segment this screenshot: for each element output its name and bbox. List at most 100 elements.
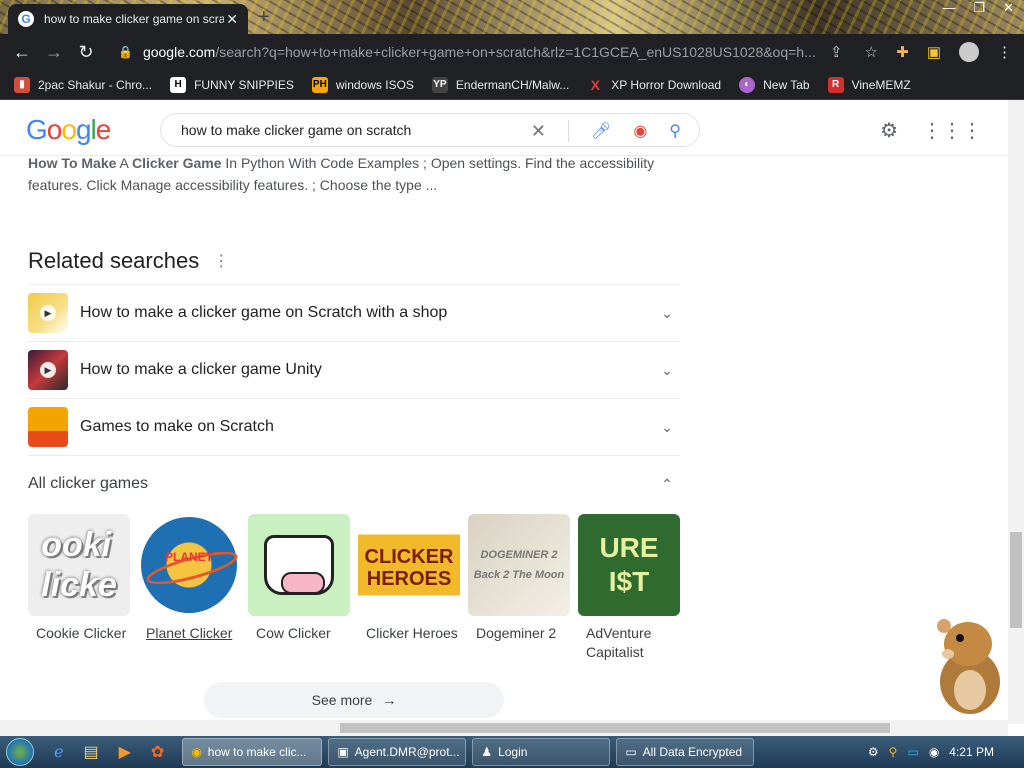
windows-taskbar: ℯ ▤ ▶ ✿ ◉ how to make clic... ▣ Agent.DMR@… (0, 736, 1024, 768)
game-card[interactable]: Cow Clicker (248, 514, 350, 662)
lock-icon[interactable]: 🔒 (118, 45, 133, 59)
bookmark-item[interactable]: ▮ 2pac Shakur - Chro... (14, 76, 152, 93)
video-thumbnail: ▶ (28, 293, 68, 333)
clicker-heroes-image: CLICKER HEROES (358, 514, 460, 616)
profile-avatar[interactable] (959, 42, 979, 62)
result-snippet: How To Make A Clicker Game In Python Wit… (28, 152, 680, 196)
volume-icon[interactable]: ◉ (929, 745, 939, 759)
taskbar-task[interactable]: ▭ All Data Encrypted (616, 738, 755, 766)
ph-favicon-icon: PH (311, 76, 328, 93)
clock[interactable]: 4:21 PM (949, 745, 994, 759)
game-name: Cow Clicker (256, 625, 331, 641)
related-item[interactable]: Games to make on Scratch ⌄ (28, 399, 680, 456)
game-card[interactable]: URE I$T AdVenture Capitalist (578, 514, 680, 662)
bookmark-star-icon[interactable]: ☆ (865, 43, 878, 61)
chevron-down-icon[interactable]: ⌄ (654, 419, 680, 436)
address-bar-icons: ⇪ ☆ (830, 43, 878, 61)
adventure-capitalist-logo-text: URE I$T (599, 532, 659, 597)
chevron-up-icon[interactable]: ⌃ (654, 476, 680, 493)
browser-toolbar: ← → ↻ 🔒 google.com/search?q=how+to+make+… (0, 34, 1024, 70)
chevron-down-icon[interactable]: ⌄ (654, 305, 680, 322)
internet-explorer-icon[interactable]: ℯ (54, 742, 63, 762)
close-window-icon[interactable]: ✕ (1003, 0, 1014, 16)
hamster-icon[interactable] (930, 612, 1004, 716)
maximize-icon[interactable]: ❐ (973, 0, 985, 16)
game-name: Planet Clicker (146, 625, 233, 641)
snippet-text: A (116, 155, 132, 171)
new-tab-button[interactable]: + (258, 6, 270, 29)
search-results: How To Make A Clicker Game In Python Wit… (28, 155, 680, 718)
scroll-thumb[interactable] (1010, 532, 1022, 628)
google-logo[interactable]: Google (26, 114, 111, 146)
url-text[interactable]: google.com/search?q=how+to+make+clicker+… (143, 44, 823, 60)
search-input[interactable] (181, 122, 521, 138)
app-icon[interactable]: ✿ (151, 742, 164, 762)
tray-app-icon[interactable]: ⚙ (868, 745, 879, 759)
bookmark-item[interactable]: YP EndermanCH/Malw... (431, 76, 569, 93)
google-header: Google ✕ 🎤︎ ◉ ⚲ ⚙ ⋮⋮⋮ (0, 100, 1008, 156)
snippet-bold: Clicker Game (132, 155, 222, 171)
related-list: ▶ How to make a clicker game on Scratch … (28, 284, 680, 512)
taskbar-task[interactable]: ♟ Login (472, 738, 611, 766)
close-tab-icon[interactable]: ✕ (226, 11, 238, 28)
game-card[interactable]: CLICKER HEROES Clicker Heroes (358, 514, 460, 662)
bookmark-item[interactable]: PH windows ISOS (311, 76, 414, 93)
related-item[interactable]: ▶ How to make a clicker game Unity ⌄ (28, 342, 680, 399)
forward-arrow-icon[interactable]: → (38, 42, 70, 63)
game-name: Clicker Heroes (366, 625, 458, 641)
cow-icon (264, 535, 334, 595)
share-icon[interactable]: ⇪ (830, 43, 843, 61)
see-more-button[interactable]: See more → (204, 682, 504, 718)
search-tray-icon[interactable]: ⚲ (889, 745, 898, 759)
taskbar-task[interactable]: ◉ how to make clic... (182, 738, 323, 766)
x-favicon-icon: X (590, 76, 600, 93)
game-card[interactable]: PLANET CLICKER 2 Planet Clicker (138, 514, 240, 662)
quick-launch: ℯ ▤ ▶ ✿ (54, 742, 164, 762)
bookmark-item[interactable]: R VineMEMZ (827, 76, 911, 93)
logo-letter: G (26, 114, 48, 145)
dogeminer-logo-text: DOGEMINER 2 Back 2 The Moon (473, 549, 565, 581)
planet-clicker-logo-text: PLANET CLICKER 2 (165, 550, 213, 564)
address-bar[interactable]: 🔒 google.com/search?q=how+to+make+clicke… (108, 38, 888, 66)
menu-kebab-icon[interactable]: ⋮ (997, 43, 1012, 61)
search-icon[interactable]: ⚲ (669, 121, 681, 141)
reload-icon[interactable]: ↻ (70, 42, 102, 63)
task-label: All Data Encrypted (642, 745, 743, 759)
start-button[interactable] (0, 736, 40, 768)
bookmark-item[interactable]: H FUNNY SNIPPIES (170, 76, 294, 93)
video-thumbnail: ▶ (28, 350, 68, 390)
microphone-icon[interactable]: 🎤︎ (591, 121, 611, 141)
monitor-icon[interactable]: ▭ (907, 745, 918, 759)
cow-clicker-image (248, 514, 350, 616)
minimize-icon[interactable]: — (942, 0, 955, 16)
horizontal-scrollbar[interactable] (0, 720, 1008, 736)
game-card[interactable]: ooki licke Cookie Clicker (28, 514, 130, 662)
dogeminer-image: DOGEMINER 2 Back 2 The Moon (468, 514, 570, 616)
related-item[interactable]: ▶ How to make a clicker game on Scratch … (28, 285, 680, 342)
folder-icon[interactable]: ▤ (83, 742, 98, 762)
all-clicker-games-header[interactable]: All clicker games ⌃ (28, 456, 680, 512)
settings-gear-icon[interactable]: ⚙ (880, 118, 898, 143)
task-label: Login (498, 745, 528, 759)
bookmark-item[interactable]: X XP Horror Download (587, 76, 722, 93)
extensions-puzzle-icon[interactable]: ✚ (896, 43, 909, 61)
chevron-down-icon[interactable]: ⌄ (654, 362, 680, 379)
taskbar-task[interactable]: ▣ Agent.DMR@prot... (328, 738, 467, 766)
more-options-icon[interactable]: ⋮ (213, 251, 229, 271)
back-arrow-icon[interactable]: ← (6, 42, 38, 63)
window-icon: ▣ (337, 745, 349, 759)
bookmark-item[interactable]: ◐ New Tab (739, 76, 810, 93)
search-icons: ✕ 🎤︎ ◉ ⚲ (531, 120, 681, 142)
scroll-thumb[interactable] (340, 723, 890, 733)
side-panel-icon[interactable]: ▣ (927, 43, 941, 61)
game-name: Cookie Clicker (36, 625, 127, 641)
related-item-text: How to make a clicker game Unity (80, 361, 322, 378)
task-label: Agent.DMR@prot... (354, 745, 460, 759)
camera-lens-icon[interactable]: ◉ (633, 121, 647, 141)
clear-search-icon[interactable]: ✕ (531, 121, 546, 142)
vertical-scrollbar[interactable] (1008, 100, 1024, 724)
browser-tab[interactable]: G how to make clicker game on scratch ✕ (8, 4, 248, 34)
apps-grid-icon[interactable]: ⋮⋮⋮ (922, 118, 982, 143)
game-card[interactable]: DOGEMINER 2 Back 2 The Moon Dogeminer 2 (468, 514, 570, 662)
media-player-icon[interactable]: ▶ (119, 742, 131, 762)
